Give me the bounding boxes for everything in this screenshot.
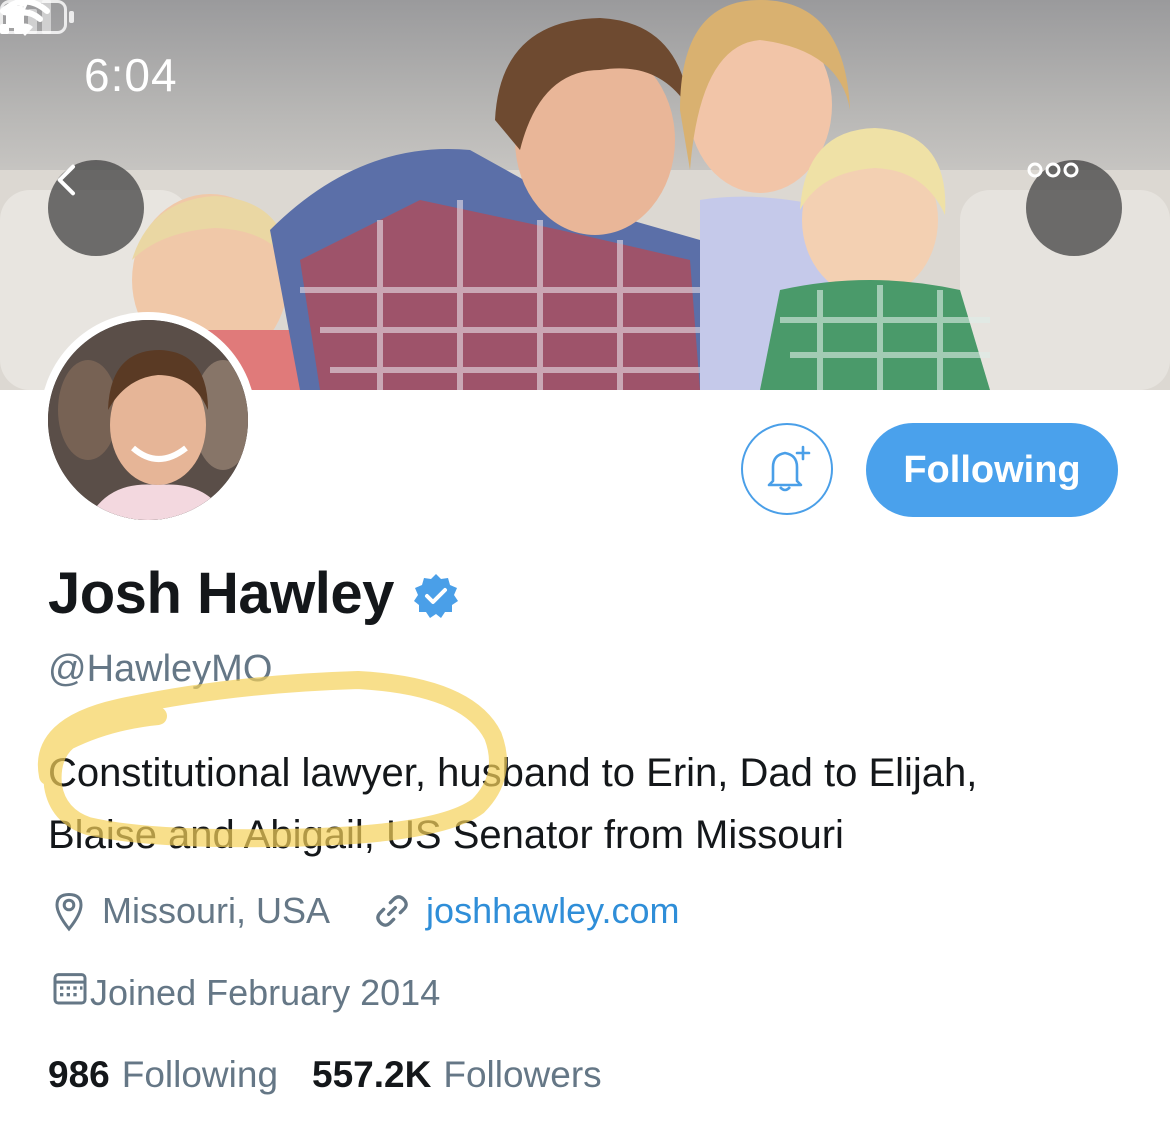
profile-location: Missouri, USA: [102, 890, 331, 931]
profile-avatar[interactable]: [40, 312, 256, 528]
avatar-photo: [48, 320, 248, 520]
following-label: Following: [121, 1054, 279, 1095]
following-button[interactable]: Following: [866, 423, 1118, 517]
bio-line: Blaise and Abigail, US Senator from Miss…: [48, 813, 844, 857]
more-horizontal-icon: [1027, 162, 1079, 178]
following-count: 986: [48, 1054, 110, 1095]
username-handle: @HawleyMO: [48, 648, 273, 690]
profile-meta-row: Missouri, USA joshhawley.com: [50, 890, 680, 932]
bell-plus-icon: [767, 445, 811, 492]
profile-bio: Constitutional lawyer, husband to Erin, …: [48, 742, 1138, 866]
more-options-button[interactable]: [1026, 160, 1122, 256]
bio-line: Constitutional lawyer, husband to Erin, …: [48, 751, 978, 795]
joined-row: Joined February 2014: [50, 968, 440, 1017]
follow-stats: 986 Following 557.2K Followers: [48, 1054, 636, 1096]
back-button[interactable]: [48, 160, 144, 256]
link-icon: [372, 891, 412, 931]
notifications-button[interactable]: [741, 423, 833, 515]
display-name: Josh Hawley: [48, 561, 394, 626]
following-stat[interactable]: 986 Following: [48, 1054, 312, 1096]
name-row: Josh Hawley: [48, 560, 460, 627]
chevron-left-icon: [57, 164, 75, 196]
joined-date: Joined February 2014: [90, 971, 441, 1013]
followers-stat[interactable]: 557.2K Followers: [312, 1054, 636, 1096]
profile-website-link[interactable]: joshhawley.com: [426, 890, 679, 932]
followers-count: 557.2K: [312, 1054, 432, 1095]
battery-icon: [0, 0, 74, 34]
location-pin-icon: [50, 890, 88, 932]
followers-label: Followers: [443, 1054, 602, 1095]
verified-badge-icon: [413, 573, 458, 618]
status-time: 6:04: [84, 49, 178, 101]
calendar-icon: [50, 968, 90, 1017]
